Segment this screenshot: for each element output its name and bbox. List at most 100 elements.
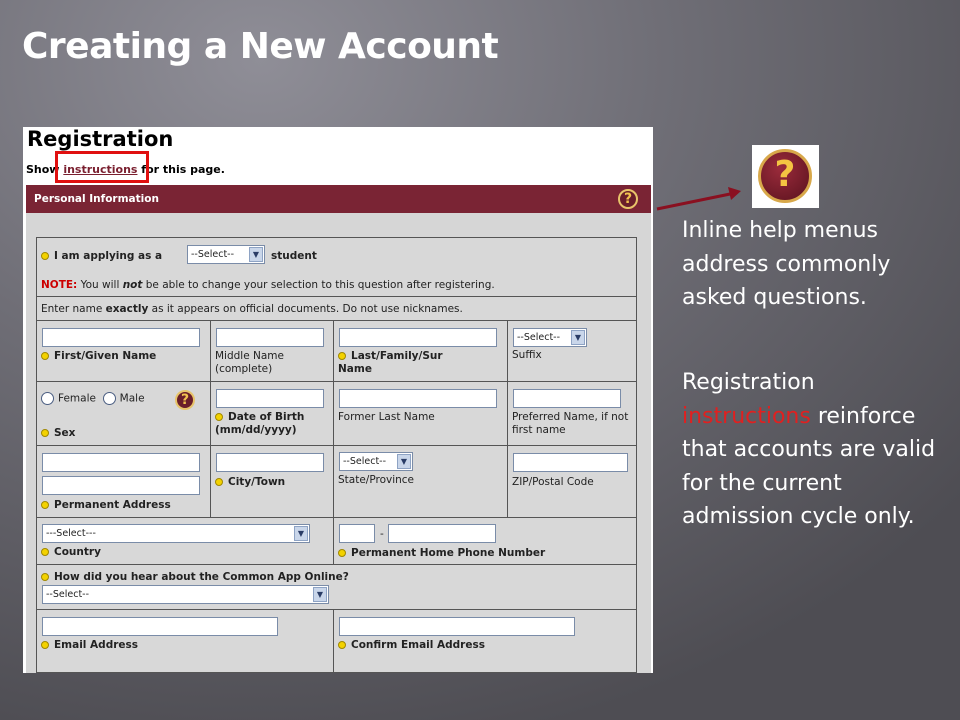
city-input[interactable] — [216, 453, 324, 472]
former-last-input[interactable] — [339, 389, 497, 408]
suffix-select-value: --Select-- — [517, 332, 561, 343]
required-dot-icon — [41, 252, 49, 260]
sex-help-icon[interactable]: ? — [175, 390, 195, 410]
phone-cell: - Permanent Home Phone Number — [333, 517, 637, 565]
dob-input[interactable] — [216, 389, 324, 408]
required-dot-icon — [41, 429, 49, 437]
email-cell: Email Address — [36, 609, 334, 673]
city-cell: City/Town — [210, 445, 334, 518]
state-select[interactable]: --Select-- ▼ — [339, 452, 413, 471]
sex-label: Sex — [54, 427, 76, 439]
pointer-arrow-icon — [656, 187, 741, 211]
applying-select-value: --Select-- — [191, 249, 235, 260]
chevron-down-icon: ▼ — [397, 454, 411, 469]
sex-cell: Female Male ? Sex — [36, 381, 211, 446]
zip-label: ZIP/Postal Code — [512, 476, 594, 488]
required-dot-icon — [338, 641, 346, 649]
hear-about-select[interactable]: --Select-- ▼ — [42, 585, 329, 604]
former-last-cell: Former Last Name — [333, 381, 508, 446]
city-label: City/Town — [228, 476, 286, 488]
phone-area-input[interactable] — [339, 524, 375, 543]
country-label: Country — [54, 546, 101, 558]
state-select-value: --Select-- — [343, 456, 387, 467]
note-text: NOTE: You will not be able to change you… — [41, 279, 495, 292]
last-name-cell: Last/Family/Sur Name — [333, 320, 508, 382]
applying-suffix: student — [271, 250, 317, 262]
note-not: not — [122, 279, 143, 291]
required-dot-icon — [215, 478, 223, 486]
required-dot-icon — [338, 549, 346, 557]
suffix-label: Suffix — [512, 349, 542, 361]
form-area: I am applying as a --Select-- ▼ student N… — [26, 213, 651, 673]
country-select-value: ---Select--- — [46, 528, 96, 539]
note-text-2: be able to change your selection to this… — [142, 279, 495, 291]
address-line1-input[interactable] — [42, 453, 200, 472]
side-paragraph-2-a: Registration — [682, 370, 815, 395]
address-label: Permanent Address — [54, 499, 171, 511]
middle-name-label: Middle Name (complete) — [215, 350, 284, 375]
applying-cell: I am applying as a --Select-- ▼ student N… — [36, 237, 637, 297]
state-label: State/Province — [338, 474, 415, 486]
zip-input[interactable] — [513, 453, 628, 472]
phone-number-input[interactable] — [388, 524, 496, 543]
chevron-down-icon: ▼ — [313, 587, 327, 602]
middle-name-input[interactable] — [216, 328, 324, 347]
note-label: NOTE: — [41, 279, 78, 291]
show-suffix: for this page. — [137, 163, 225, 176]
question-mark-icon: ? — [758, 149, 812, 203]
country-select[interactable]: ---Select--- ▼ — [42, 524, 310, 543]
hear-about-label-wrap: How did you hear about the Common App On… — [41, 571, 349, 584]
applying-label: I am applying as a — [54, 250, 163, 262]
note-text-1: You will — [77, 279, 123, 291]
instructions-highlight-box — [55, 151, 149, 183]
applying-select[interactable]: --Select-- ▼ — [187, 245, 265, 264]
required-dot-icon — [41, 641, 49, 649]
female-radio[interactable] — [41, 392, 54, 405]
side-paragraph-2: Registration instructions reinforce that… — [682, 366, 947, 534]
required-dot-icon — [41, 352, 49, 360]
middle-name-cell: Middle Name (complete) — [210, 320, 334, 382]
required-dot-icon — [41, 573, 49, 581]
chevron-down-icon: ▼ — [294, 526, 308, 541]
confirm-email-input[interactable] — [339, 617, 575, 636]
preferred-name-cell: Preferred Name, if not first name — [507, 381, 637, 446]
name-hint-exactly: exactly — [105, 303, 149, 315]
name-hint: Enter name exactly as it appears on offi… — [41, 303, 463, 316]
help-icon[interactable]: ? — [618, 189, 638, 209]
country-label-wrap: Country — [41, 546, 101, 559]
email-label-wrap: Email Address — [41, 639, 138, 652]
name-hint-1: Enter name — [41, 303, 106, 315]
phone-dash: - — [380, 528, 384, 540]
first-name-label-wrap: First/Given Name — [41, 350, 156, 363]
registration-screenshot: Registration Show instructions for this … — [23, 127, 653, 673]
required-dot-icon — [41, 501, 49, 509]
former-last-label: Former Last Name — [338, 411, 435, 423]
suffix-select[interactable]: --Select-- ▼ — [513, 328, 587, 347]
chevron-down-icon: ▼ — [249, 247, 263, 262]
address-line2-input[interactable] — [42, 476, 200, 495]
zip-cell: ZIP/Postal Code — [507, 445, 637, 518]
sex-label-wrap: Sex — [41, 427, 75, 440]
help-icon-enlarged: ? — [752, 145, 819, 208]
side-paragraph-2-red: instructions — [682, 403, 811, 429]
last-name-input[interactable] — [339, 328, 497, 347]
preferred-name-input[interactable] — [513, 389, 621, 408]
name-hint-2: as it appears on official documents. Do … — [148, 303, 463, 315]
phone-label: Permanent Home Phone Number — [351, 547, 546, 559]
slide-title: Creating a New Account — [22, 26, 499, 67]
first-name-label: First/Given Name — [54, 350, 157, 362]
name-hint-cell: Enter name exactly as it appears on offi… — [36, 296, 637, 321]
hear-select-value: --Select-- — [46, 589, 90, 600]
male-radio[interactable] — [102, 392, 116, 405]
first-name-input[interactable] — [42, 328, 200, 347]
last-name-label: Last/Family/Sur Name — [338, 350, 443, 375]
city-label-wrap: City/Town — [215, 476, 285, 489]
male-label: Male — [119, 392, 145, 405]
last-name-label-wrap: Last/Family/Sur Name — [338, 350, 478, 376]
required-dot-icon — [41, 548, 49, 556]
confirm-email-label: Confirm Email Address — [351, 639, 485, 651]
hear-about-label: How did you hear about the Common App On… — [54, 571, 349, 583]
email-input[interactable] — [42, 617, 278, 636]
address-label-wrap: Permanent Address — [41, 499, 171, 512]
preferred-name-label: Preferred Name, if not first name — [512, 411, 629, 436]
